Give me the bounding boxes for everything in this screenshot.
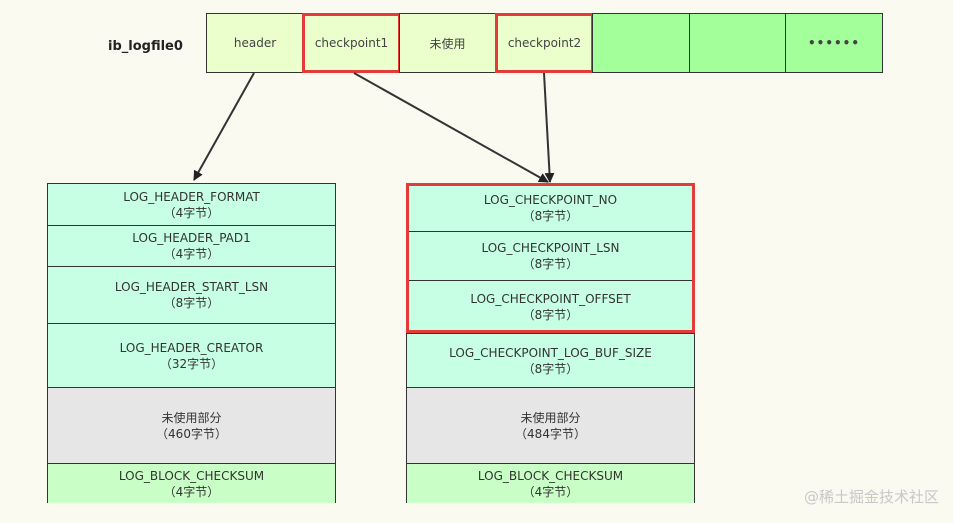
- arrow-checkpoint1-to-checkpoint-block: [353, 72, 549, 183]
- arrow-header-to-header-block: [193, 72, 255, 181]
- arrows-layer: [193, 72, 555, 183]
- watermark: @稀土掘金技术社区: [803, 488, 939, 506]
- arrow-checkpoint2-to-checkpoint-block: [543, 72, 555, 183]
